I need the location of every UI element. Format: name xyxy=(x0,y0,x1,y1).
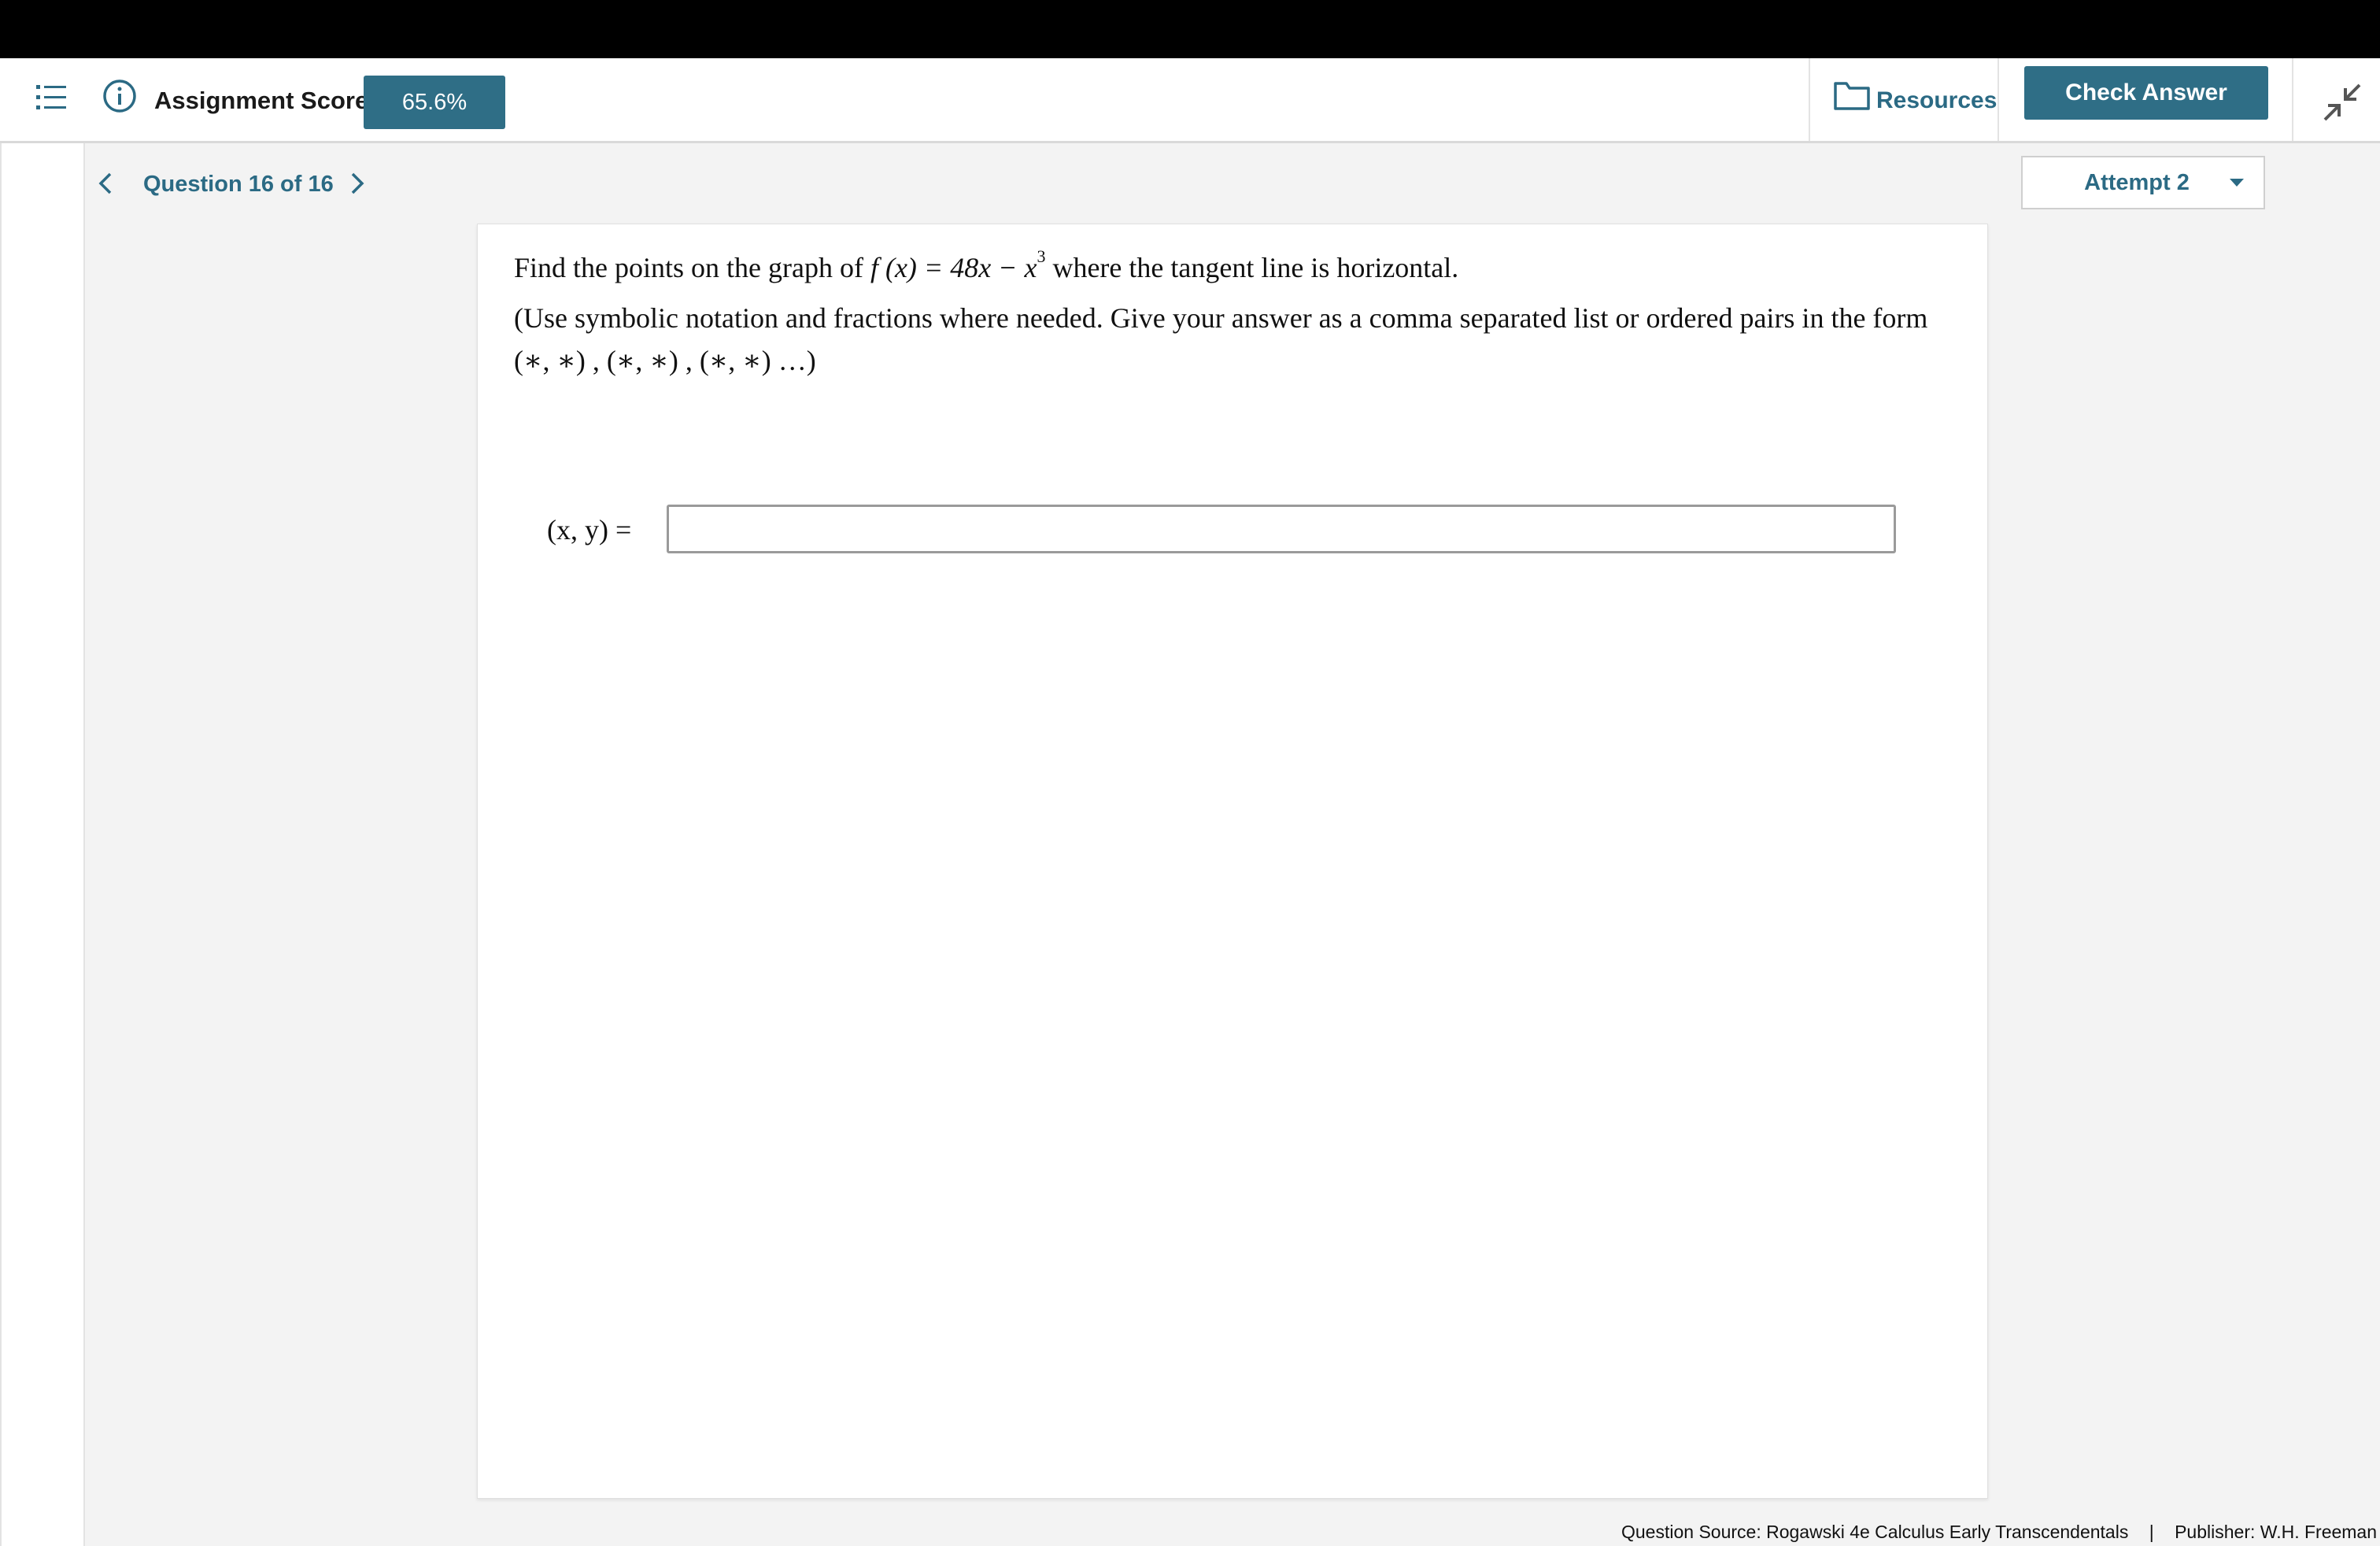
info-icon[interactable] xyxy=(102,79,137,113)
resources-button[interactable]: Resources xyxy=(1809,58,1998,141)
question-function: f (x) = 48x − x xyxy=(870,252,1037,283)
footer-separator: | xyxy=(2149,1522,2154,1542)
caret-down-icon xyxy=(2230,179,2244,187)
assignment-score-badge: 65.6% xyxy=(364,76,505,129)
answer-input[interactable] xyxy=(667,505,1896,553)
left-sidebar-strip xyxy=(0,143,85,1546)
question-tail: where the tangent line is horizontal. xyxy=(1052,252,1459,283)
attempt-dropdown[interactable]: Attempt 2 xyxy=(2021,156,2265,209)
attempt-label: Attempt 2 xyxy=(2084,170,2190,195)
assignment-header: Assignment Score: 65.6% Resources Check … xyxy=(0,58,2380,143)
question-lead: Find the points on the graph of xyxy=(514,252,863,283)
answer-format: (∗, ∗) , (∗, ∗) , (∗, ∗) …) xyxy=(514,345,816,376)
instructions-text: (Use symbolic notation and fractions whe… xyxy=(514,297,1946,382)
check-answer-area: Check Answer xyxy=(1998,58,2292,141)
list-icon[interactable] xyxy=(36,82,66,113)
instructions-body: (Use symbolic notation and fractions whe… xyxy=(514,302,1928,334)
question-exponent: 3 xyxy=(1037,246,1046,266)
chevron-right-icon[interactable] xyxy=(348,172,367,195)
answer-label: (x, y) = xyxy=(547,514,632,546)
collapse-icon[interactable] xyxy=(2322,82,2363,123)
top-black-bar xyxy=(0,0,2380,58)
question-counter: Question 16 of 16 xyxy=(143,172,334,197)
chevron-left-icon[interactable] xyxy=(96,172,115,195)
question-text: Find the points on the graph of f (x) = … xyxy=(514,240,1946,289)
question-source: Question Source: Rogawski 4e Calculus Ea… xyxy=(1621,1522,2129,1542)
publisher: Publisher: W.H. Freeman xyxy=(2175,1522,2378,1542)
assignment-score-label: Assignment Score: xyxy=(154,87,377,114)
check-answer-button[interactable]: Check Answer xyxy=(2024,66,2268,120)
folder-icon xyxy=(1834,82,1870,110)
question-footer: Question Source: Rogawski 4e Calculus Ea… xyxy=(1621,1518,2377,1546)
question-card: Find the points on the graph of f (x) = … xyxy=(477,224,1988,1499)
resources-label: Resources xyxy=(1876,87,1998,113)
collapse-area xyxy=(2292,58,2380,141)
